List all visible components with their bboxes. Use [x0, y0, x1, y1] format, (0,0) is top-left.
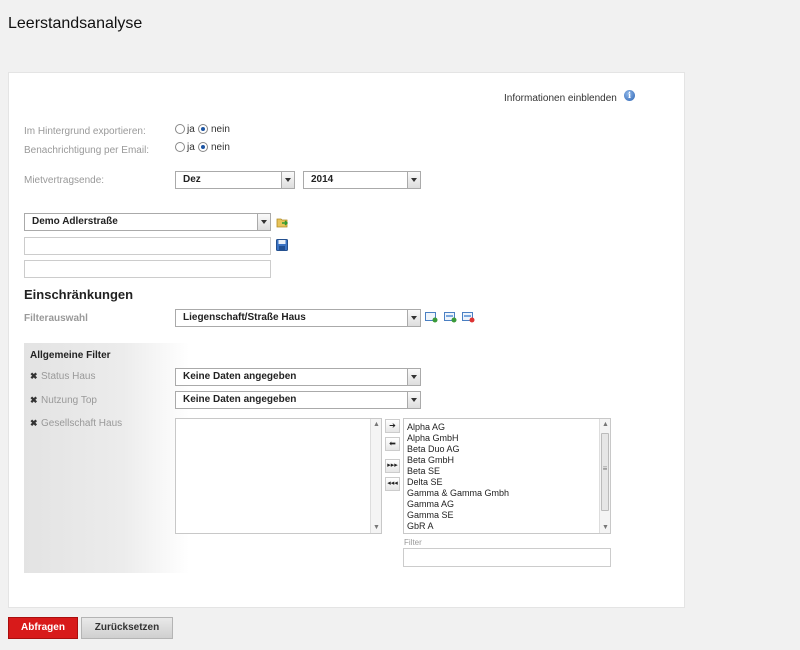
filter-selection-label: Filterauswahl — [24, 313, 88, 324]
selected-list-scrollbar[interactable]: ▲ ▼ — [370, 419, 381, 533]
scroll-down-icon[interactable]: ▼ — [600, 522, 611, 533]
page-title: Leerstandsanalyse — [8, 15, 143, 32]
usage-value: Keine Daten angegeben — [183, 394, 297, 405]
template-description-input[interactable] — [24, 260, 271, 278]
filter-selection-select[interactable]: Liegenschaft/Straße Haus — [175, 309, 421, 327]
save-icon[interactable] — [276, 238, 288, 256]
info-icon[interactable]: i — [624, 90, 635, 101]
list-filter-label: Filter — [404, 538, 422, 547]
list-filter-input[interactable] — [403, 548, 611, 567]
status-label: Status Haus — [41, 371, 96, 382]
move-left-button[interactable]: ⬅ — [385, 437, 400, 451]
company-label: Gesellschaft Haus — [41, 418, 123, 429]
export-yes-label: ja — [187, 124, 195, 135]
export-label: Im Hintergrund exportieren: — [24, 126, 146, 137]
email-yes-radio[interactable] — [175, 142, 185, 152]
chevron-down-icon — [407, 172, 420, 188]
list-item[interactable]: Beta SE — [404, 466, 610, 477]
move-all-left-button[interactable]: ◂◂◂ — [385, 477, 400, 491]
list-item[interactable]: Beta Duo AG — [404, 444, 610, 455]
export-no-radio[interactable] — [198, 124, 208, 134]
email-label: Benachrichtigung per Email: — [24, 145, 150, 156]
add-filter-icon[interactable] — [425, 310, 438, 328]
list-item[interactable]: Gamma AG — [404, 499, 610, 510]
template-select[interactable]: Demo Adlerstraße — [24, 213, 271, 231]
scroll-thumb[interactable] — [601, 433, 609, 511]
email-yes-label: ja — [187, 142, 195, 153]
year-select[interactable]: 2014 — [303, 171, 421, 189]
email-no-radio[interactable] — [198, 142, 208, 152]
list-item[interactable]: Delta SE — [404, 477, 610, 488]
usage-label: Nutzung Top — [41, 395, 97, 406]
remove-usage-icon[interactable]: ✖ — [30, 395, 38, 406]
available-list-scrollbar[interactable]: ▲ ▼ — [599, 419, 610, 533]
list-item[interactable]: GbR A — [404, 521, 610, 532]
list-item[interactable]: Alpha GmbH — [404, 433, 610, 444]
list-item[interactable]: Gamma & Gamma Gmbh — [404, 488, 610, 499]
chevron-down-icon — [407, 392, 420, 408]
month-select[interactable]: Dez — [175, 171, 295, 189]
year-value: 2014 — [311, 174, 334, 185]
show-info-link[interactable]: Informationen einblenden — [504, 93, 617, 104]
delete-filter-icon[interactable] — [462, 310, 475, 328]
reset-button[interactable]: Zurücksetzen — [81, 617, 173, 639]
status-value: Keine Daten angegeben — [183, 371, 297, 382]
list-item[interactable]: Gamma SE — [404, 510, 610, 521]
chevron-down-icon — [257, 214, 270, 230]
remove-company-icon[interactable]: ✖ — [30, 418, 38, 429]
query-button[interactable]: Abfragen — [8, 617, 78, 639]
usage-select[interactable]: Keine Daten angegeben — [175, 391, 421, 409]
list-item[interactable]: Alpha AG — [404, 422, 610, 433]
template-value: Demo Adlerstraße — [32, 216, 118, 227]
template-name-input[interactable] — [24, 237, 271, 255]
edit-filter-icon[interactable] — [444, 310, 457, 328]
selected-companies-list[interactable]: ▲ ▼ — [175, 418, 382, 534]
filter-selection-value: Liegenschaft/Straße Haus — [183, 312, 306, 323]
remove-status-icon[interactable]: ✖ — [30, 371, 38, 382]
month-value: Dez — [183, 174, 201, 185]
general-filter-title: Allgemeine Filter — [30, 350, 111, 361]
chevron-down-icon — [407, 369, 420, 385]
scroll-up-icon[interactable]: ▲ — [600, 419, 611, 430]
chevron-down-icon — [407, 310, 420, 326]
load-template-icon[interactable] — [276, 215, 289, 233]
scroll-up-icon[interactable]: ▲ — [371, 419, 382, 430]
export-no-label: nein — [211, 124, 230, 135]
move-all-right-button[interactable]: ▸▸▸ — [385, 459, 400, 473]
status-select[interactable]: Keine Daten angegeben — [175, 368, 421, 386]
contract-end-label: Mietvertragsende: — [24, 175, 105, 186]
restrictions-title: Einschränkungen — [24, 287, 134, 302]
scroll-down-icon[interactable]: ▼ — [371, 522, 382, 533]
chevron-down-icon — [281, 172, 294, 188]
export-yes-radio[interactable] — [175, 124, 185, 134]
email-no-label: nein — [211, 142, 230, 153]
list-item[interactable]: Beta GmbH — [404, 455, 610, 466]
available-companies-list[interactable]: Alpha AG Alpha GmbH Beta Duo AG Beta Gmb… — [403, 418, 611, 534]
move-right-button[interactable]: ➔ — [385, 419, 400, 433]
